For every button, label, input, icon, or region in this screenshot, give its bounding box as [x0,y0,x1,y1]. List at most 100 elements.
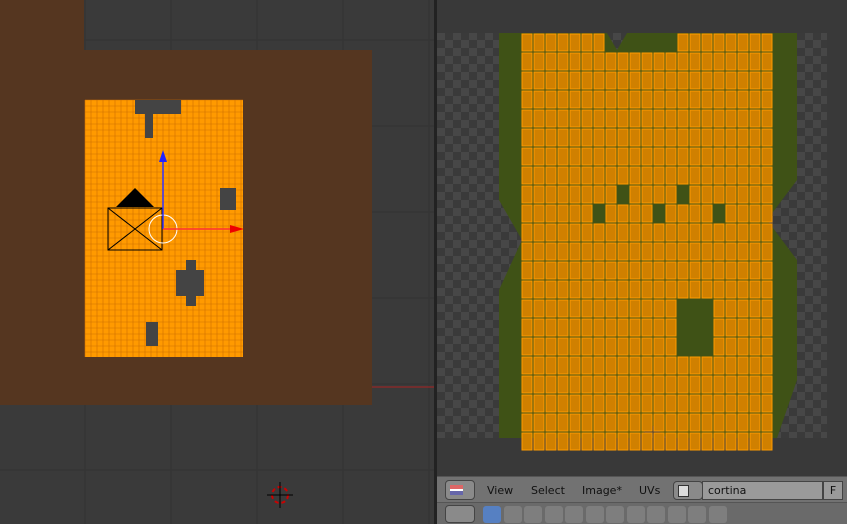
tab-world-icon[interactable] [544,506,563,523]
uv-face [629,90,641,109]
uv-face [629,318,641,337]
menu-view[interactable]: View [487,484,513,497]
uv-face [545,166,557,185]
uv-face [521,128,533,147]
uv-face [749,223,761,242]
uv-face [605,432,617,451]
tab-material-icon[interactable] [647,506,665,523]
uv-face [725,33,737,52]
uv-face [725,204,737,223]
tab-particles-icon[interactable] [688,506,706,523]
uv-face [653,128,665,147]
tab-object-icon[interactable] [565,506,583,523]
uv-face [617,166,629,185]
uv-face [521,432,533,451]
uv-face [713,280,725,299]
uv-face [641,204,653,223]
uv-face [545,413,557,432]
uv-face [581,33,593,52]
mesh-hole [146,322,158,346]
uv-face [641,109,653,128]
uv-face [665,356,677,375]
uv-face [569,242,581,261]
uv-face [545,33,557,52]
uv-face [569,223,581,242]
uv-face [641,318,653,337]
uv-face [665,394,677,413]
uv-face [725,185,737,204]
viewport-canvas[interactable] [0,0,434,524]
uv-face [581,71,593,90]
uv-face [533,432,545,451]
menu-uvs[interactable]: UVs [639,484,660,497]
uv-face [701,242,713,261]
uv-face [581,223,593,242]
uv-face [545,261,557,280]
tab-render-icon[interactable] [483,506,501,523]
uv-face [617,337,629,356]
uv-face [713,356,725,375]
uv-face [617,432,629,451]
uv-face [545,242,557,261]
uv-face [557,280,569,299]
uv-face [725,90,737,109]
image-name-field[interactable]: cortina [702,481,823,500]
uv-face [677,147,689,166]
uv-face [533,33,545,52]
uv-face [641,90,653,109]
uv-face [653,109,665,128]
tab-constraints-icon[interactable] [585,506,604,523]
uv-face [581,109,593,128]
uv-face [761,242,773,261]
uv-face [533,356,545,375]
3d-viewport[interactable] [0,0,434,524]
menu-select[interactable]: Select [531,484,565,497]
uv-face [665,261,677,280]
editor-type-button-properties[interactable] [445,505,475,523]
uv-face [605,185,617,204]
uv-face [677,223,689,242]
uv-face [521,299,533,318]
uv-face [689,185,701,204]
uv-face [569,52,581,71]
uv-face [629,242,641,261]
uv-face [557,147,569,166]
uv-face [653,356,665,375]
tab-data-icon[interactable] [626,506,645,523]
menu-image[interactable]: Image* [582,484,622,497]
uv-face [629,280,641,299]
uv-image-editor[interactable] [437,0,847,474]
uv-face [749,90,761,109]
tab-physics-icon[interactable] [708,506,727,523]
uv-face [533,223,545,242]
uv-face [545,223,557,242]
browse-image-button[interactable] [673,481,703,500]
uv-face [737,223,749,242]
uv-face [761,128,773,147]
tab-modifiers-icon[interactable] [606,506,624,523]
tab-render-layers-icon[interactable] [503,506,522,523]
uv-face [545,52,557,71]
uv-editor-header: View Select Image* UVs cortina F [437,476,847,502]
uv-face [521,356,533,375]
uv-face [689,394,701,413]
uv-face [629,413,641,432]
uv-face [557,299,569,318]
uv-face [605,261,617,280]
uv-face [749,299,761,318]
mesh-hole [186,260,196,306]
uv-face [617,261,629,280]
fake-user-button[interactable]: F [823,481,843,500]
uv-face [701,90,713,109]
uv-face [557,356,569,375]
tab-scene-icon[interactable] [524,506,542,523]
tab-texture-icon[interactable] [667,506,686,523]
uv-face [701,166,713,185]
editor-type-button[interactable] [445,480,475,500]
uv-face [689,223,701,242]
uv-face [605,147,617,166]
uv-face [545,185,557,204]
uv-face [749,394,761,413]
uv-face [557,394,569,413]
uv-canvas[interactable] [437,0,847,474]
